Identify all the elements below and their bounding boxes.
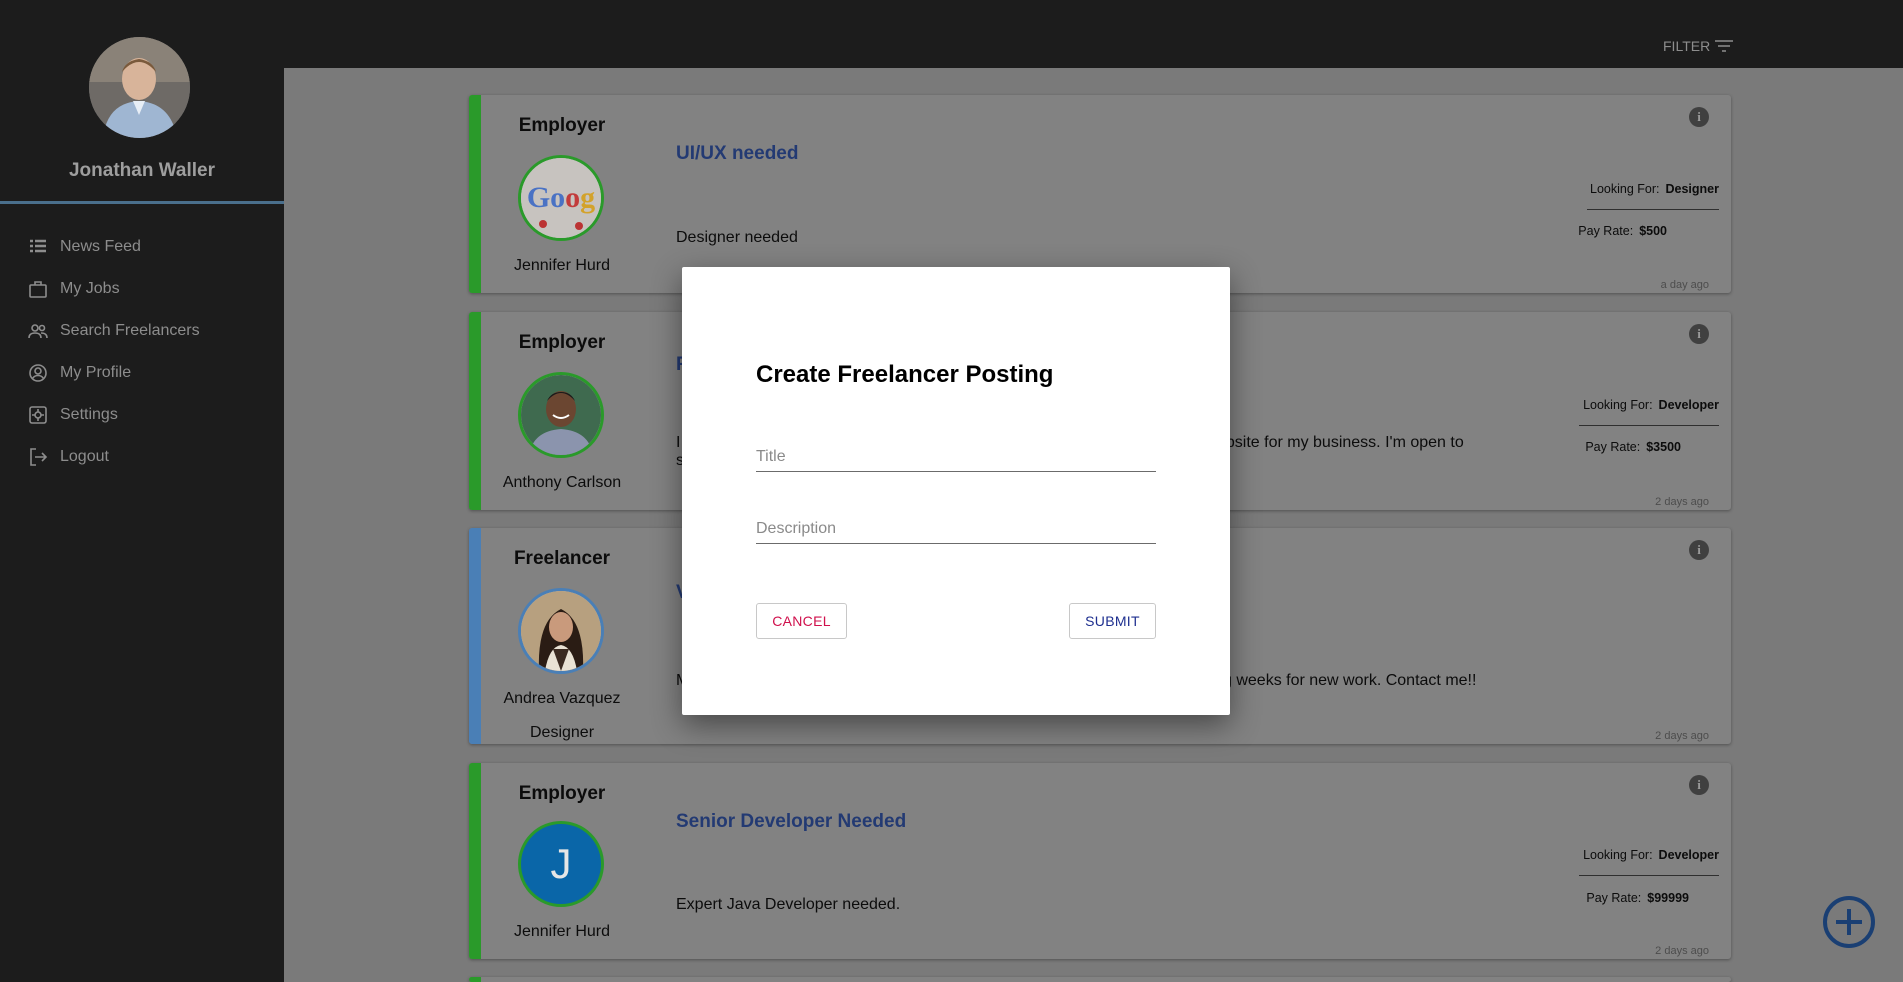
freelancer-stripe [469,528,481,744]
looking-for-label: Looking For: [1583,398,1653,412]
looking-for: Looking For: Designer [1590,182,1719,196]
post-description: I [676,434,681,451]
user-avatar[interactable] [89,37,190,138]
logout-icon [30,448,48,466]
looking-for: Looking For: Developer [1583,398,1719,412]
post-age: a day ago [1660,279,1709,291]
post-card[interactable] [469,977,1731,982]
looking-for-label: Looking For: [1583,848,1653,862]
info-icon[interactable]: i [1689,107,1709,127]
sidebar-divider [0,201,284,204]
filter-label: FILTER [1663,38,1711,54]
filter-button[interactable]: FILTER [1663,38,1734,54]
employer-stripe [469,763,481,959]
employer-stripe [469,977,481,982]
sidebar-item-label: Logout [60,448,109,465]
pay-rate: Pay Rate: $3500 [1585,440,1681,454]
sidebar-item-logout[interactable]: Logout [0,436,284,478]
post-title[interactable]: Senior Developer Needed [676,811,906,833]
sidebar-item-label: My Profile [60,364,132,381]
employer-stripe [469,95,481,293]
user-circle-icon [29,364,47,382]
people-icon [28,324,48,339]
info-icon[interactable]: i [1689,540,1709,560]
employer-avatar [518,372,604,458]
add-post-button[interactable] [1822,895,1876,949]
employer-avatar: Goog [518,155,604,241]
post-age: 2 days ago [1655,945,1709,957]
sidebar-nav: News Feed My Jobs Search Freelancers My … [0,226,284,478]
pay-rate-value: $3500 [1646,440,1681,454]
sidebar-item-label: News Feed [60,238,141,255]
employer-avatar: J [518,821,604,907]
list-icon [30,239,46,253]
freelancer-avatar [518,588,604,674]
pay-rate-label: Pay Rate: [1585,440,1641,454]
sidebar-item-my-jobs[interactable]: My Jobs [0,268,284,310]
post-description-tail: g weeks for new work. Contact me!! [1223,672,1477,689]
pay-rate-label: Pay Rate: [1586,891,1642,905]
meta-divider [1587,209,1719,210]
filter-icon [1715,40,1734,52]
post-role: Employer [518,783,606,804]
post-role: Employer [518,332,606,353]
post-card[interactable]: Employer J Jennifer Hurd Senior Develope… [469,763,1731,959]
sidebar-item-my-profile[interactable]: My Profile [0,352,284,394]
dialog-title: Create Freelancer Posting [756,361,1054,388]
sidebar-item-search-freelancers[interactable]: Search Freelancers [0,310,284,352]
sidebar-item-news-feed[interactable]: News Feed [0,226,284,268]
sidebar-item-label: Search Freelancers [60,322,200,339]
looking-for-label: Looking For: [1590,182,1660,196]
create-posting-dialog: Create Freelancer Posting CANCEL SUBMIT [682,267,1230,715]
description-input[interactable] [756,514,1156,544]
post-title[interactable]: UI/UX needed [676,143,798,165]
sidebar-item-label: Settings [60,406,118,423]
pay-rate-value: $99999 [1647,891,1689,905]
sidebar-item-label: My Jobs [60,280,120,297]
post-description: Designer needed [676,229,798,246]
sidebar: Jonathan Waller News Feed My Jobs Search… [0,0,284,982]
pay-rate-value: $500 [1639,224,1667,238]
post-person: Jennifer Hurd [513,257,611,274]
post-role: Employer [518,115,606,136]
post-age: 2 days ago [1655,730,1709,742]
avatar-initial: J [550,840,572,887]
post-age: 2 days ago [1655,496,1709,508]
post-person: Anthony Carlson [502,474,622,491]
post-person: Jennifer Hurd [513,923,611,940]
submit-button[interactable]: SUBMIT [1069,603,1156,639]
svg-text:Goog: Goog [527,181,595,214]
meta-divider [1579,875,1719,876]
looking-for-value: Developer [1658,848,1719,862]
post-description: Expert Java Developer needed. [676,896,901,913]
briefcase-icon [29,281,47,298]
gear-icon [29,406,47,424]
post-person: Andrea Vazquez [503,690,621,707]
looking-for-value: Designer [1665,182,1720,196]
top-bar: FILTER [284,0,1903,68]
looking-for-value: Developer [1658,398,1719,412]
post-person-title: Designer [529,724,595,741]
employer-stripe [469,312,481,510]
post-description-tail: ebsite for my business. I'm open to [1217,434,1464,451]
cancel-button[interactable]: CANCEL [756,603,847,639]
info-icon[interactable]: i [1689,324,1709,344]
title-input[interactable] [756,442,1156,472]
pay-rate-label: Pay Rate: [1578,224,1634,238]
user-name: Jonathan Waller [68,160,216,181]
looking-for: Looking For: Developer [1583,848,1719,862]
sidebar-item-settings[interactable]: Settings [0,394,284,436]
pay-rate: Pay Rate: $500 [1578,224,1667,238]
meta-divider [1579,425,1719,426]
info-icon[interactable]: i [1689,775,1709,795]
pay-rate: Pay Rate: $99999 [1586,891,1689,905]
post-role: Freelancer [513,548,611,569]
post-card[interactable]: Employer Goog Jennifer Hurd UI/UX needed… [469,95,1731,293]
